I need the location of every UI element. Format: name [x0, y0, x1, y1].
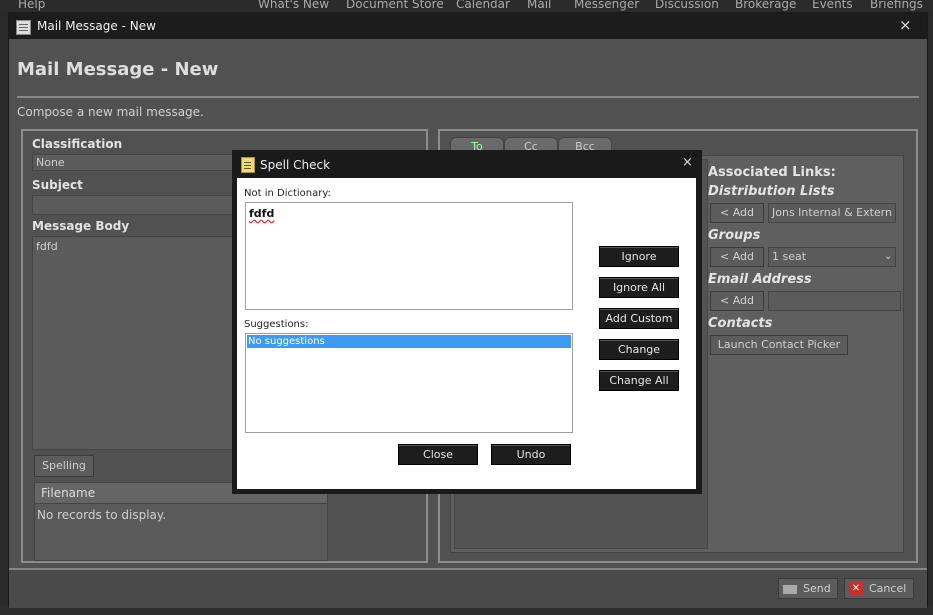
menu-item-document-store[interactable]: Document Store: [346, 0, 444, 11]
page-title: Mail Message - New: [17, 59, 219, 80]
ignore-all-button[interactable]: Ignore All: [599, 277, 679, 298]
groups-value: 1 seat: [772, 250, 807, 263]
cancel-icon: ✕: [849, 582, 863, 596]
not-in-dictionary-label: Not in Dictionary:: [244, 188, 331, 199]
dialog-body: Not in Dictionary: fdfd Suggestions: No …: [237, 178, 696, 489]
send-button[interactable]: Send: [778, 578, 838, 599]
menu-item-discussion[interactable]: Discussion: [655, 0, 719, 11]
attachments-empty-text: No records to display.: [37, 508, 167, 522]
ignore-button[interactable]: Ignore: [599, 246, 679, 267]
change-button[interactable]: Change: [599, 339, 679, 360]
classification-label: Classification: [32, 137, 123, 151]
suggestions-list[interactable]: No suggestions: [245, 333, 573, 433]
cancel-label: Cancel: [869, 582, 907, 595]
menu-item-whats-new[interactable]: What's New: [258, 0, 329, 11]
dialog-title: Spell Check: [260, 158, 331, 172]
close-button[interactable]: Close: [398, 444, 478, 465]
window-footer: Send ✕ Cancel: [9, 568, 927, 608]
page-subtitle: Compose a new mail message.: [17, 105, 204, 119]
subject-label: Subject: [32, 178, 83, 192]
suggestions-label: Suggestions:: [244, 319, 309, 330]
menu-item-help[interactable]: Help: [18, 0, 45, 11]
background-app-edge: [0, 12, 8, 615]
add-email-button[interactable]: < Add: [710, 291, 764, 311]
message-body-label: Message Body: [32, 219, 130, 233]
change-all-button[interactable]: Change All: [599, 370, 679, 391]
menu-item-messenger[interactable]: Messenger: [574, 0, 639, 11]
menu-item-calendar[interactable]: Calendar: [456, 0, 510, 11]
app-menu-bar: Help What's New Document Store Calendar …: [0, 0, 933, 12]
launch-contact-picker-button[interactable]: Launch Contact Picker: [710, 335, 848, 355]
spell-check-dialog: Spell Check × Not in Dictionary: fdfd Su…: [232, 150, 702, 494]
spelling-button[interactable]: Spelling: [34, 455, 94, 477]
add-group-button[interactable]: < Add: [710, 247, 764, 267]
cancel-button[interactable]: ✕ Cancel: [844, 578, 914, 599]
menu-item-events[interactable]: Events: [812, 0, 853, 11]
menu-item-briefings[interactable]: Briefings: [870, 0, 923, 11]
chevron-down-icon: ⌄: [884, 251, 893, 262]
spell-check-icon: [241, 157, 255, 173]
window-title: Mail Message - New: [37, 19, 156, 33]
send-label: Send: [803, 582, 831, 595]
groups-label: Groups: [708, 228, 761, 243]
menu-item-mail[interactable]: Mail: [527, 0, 551, 11]
divider: [17, 96, 919, 98]
groups-select[interactable]: 1 seat ⌄: [768, 247, 896, 267]
suggestion-item[interactable]: No suggestions: [247, 335, 571, 348]
envelope-icon: [783, 584, 797, 594]
contacts-label: Contacts: [708, 316, 773, 331]
email-address-input[interactable]: [768, 291, 901, 311]
distribution-lists-label: Distribution Lists: [708, 184, 835, 199]
add-custom-button[interactable]: Add Custom: [599, 308, 679, 329]
misspelled-word: fdfd: [249, 207, 275, 220]
window-titlebar[interactable]: Mail Message - New ×: [9, 13, 927, 39]
associated-links-label: Associated Links:: [708, 165, 836, 180]
undo-button[interactable]: Undo: [491, 444, 571, 465]
close-icon[interactable]: ×: [899, 16, 912, 34]
not-in-dictionary-textbox[interactable]: fdfd: [245, 202, 573, 310]
close-icon[interactable]: ×: [682, 155, 693, 170]
add-distribution-list-button[interactable]: < Add: [710, 203, 764, 223]
email-address-label: Email Address: [708, 272, 812, 287]
filename-column-header[interactable]: Filename: [41, 486, 95, 500]
menu-item-brokerage[interactable]: Brokerage: [735, 0, 796, 11]
distribution-list-select[interactable]: Jons Internal & Extern: [768, 203, 896, 223]
mail-icon: [16, 20, 31, 35]
distribution-list-value: Jons Internal & Extern: [772, 206, 892, 219]
